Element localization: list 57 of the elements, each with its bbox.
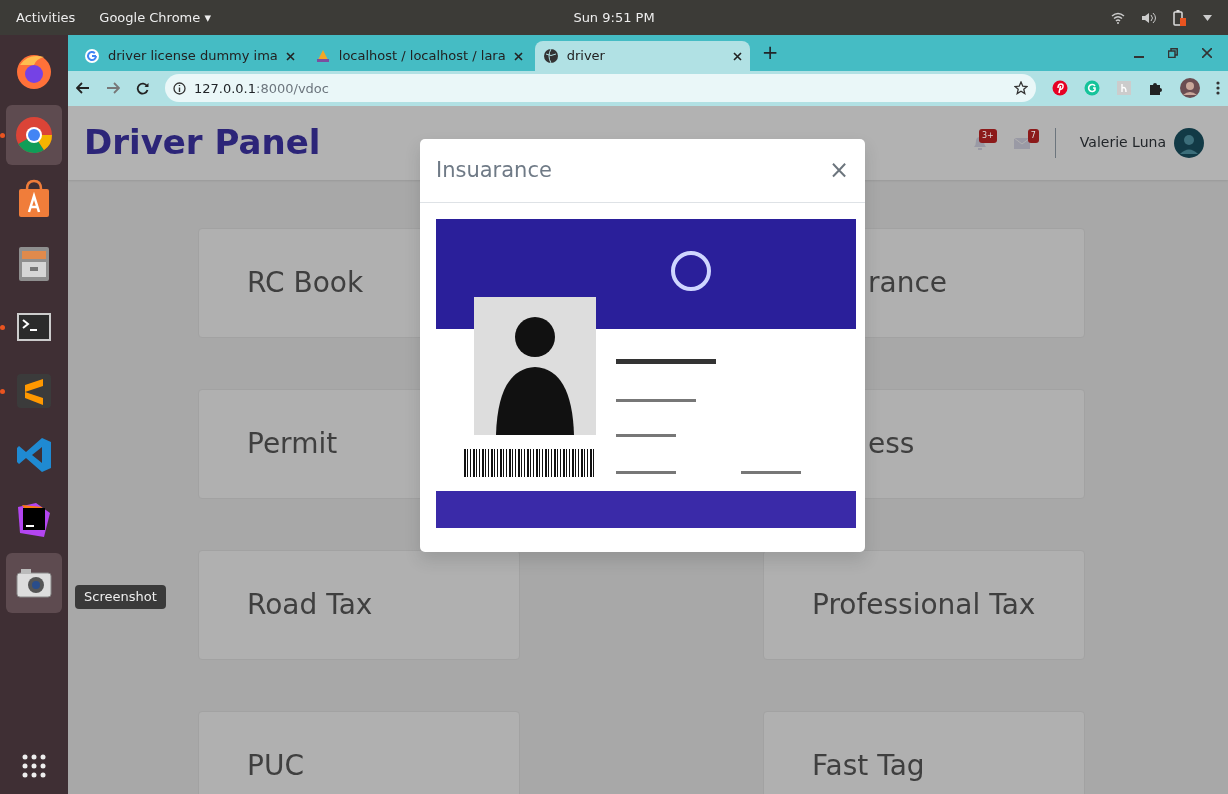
pin-logo-icon[interactable] [1052,80,1068,97]
activities-button[interactable]: Activities [16,7,76,28]
card-label: Permit [247,425,338,462]
search-logo-icon [84,48,100,64]
restore-icon[interactable] [1168,48,1178,58]
document-card[interactable]: Road Tax [198,549,520,660]
browser-tab[interactable]: driver license dummy ima [76,41,303,71]
code-editor-icon[interactable] [14,435,54,475]
close-icon[interactable] [1202,48,1212,58]
card-label: RC Book [247,264,364,301]
card-label: Road Tax [247,586,373,623]
browser-icon[interactable] [14,115,54,155]
count-badge: 3+ [979,128,997,143]
caret-icon[interactable] [1203,14,1212,21]
avatar-icon[interactable] [1180,78,1200,99]
close-icon[interactable] [732,51,742,61]
new-tab-button[interactable]: + [761,37,779,67]
app-menu[interactable]: Google Chrome ▾ [99,7,211,28]
globe-icon [542,48,559,64]
sailboat-icon [314,48,331,64]
page-title: Driver Panel [84,121,321,165]
text-editor-icon[interactable] [14,371,54,411]
wifi-icon[interactable] [1111,11,1125,24]
modal-title: Insuarance [436,156,552,184]
address-bar[interactable]: 127.0.0.1:8000/vdoc [165,74,1036,103]
count-badge: 7 [1027,128,1039,143]
clock[interactable]: Sun 9:51 PM [573,7,655,28]
puzzle-icon[interactable] [1148,80,1164,97]
back-icon[interactable] [76,82,90,95]
browser-tab[interactable]: localhost / localhost / lara [306,41,531,71]
volume-icon[interactable] [1141,11,1157,24]
url-text: 127.0.0.1:8000/vdoc [194,79,330,98]
document-card[interactable]: Fast Tag [763,710,1085,794]
dock-item[interactable] [6,105,62,165]
close-icon[interactable] [285,51,295,61]
card-label: Fast Tag [812,747,925,784]
letter-tile-icon[interactable] [1116,80,1132,97]
card-label: rance [868,264,948,301]
card-label: ess [868,425,915,462]
browser-tab[interactable]: driver [534,41,750,71]
close-icon[interactable] [513,51,523,61]
close-button[interactable]: × [828,158,849,183]
more-icon[interactable] [1216,81,1220,96]
star-icon[interactable] [1014,81,1028,96]
card-label: Professional Tax [812,586,1036,623]
document-card[interactable]: Professional Tax [763,549,1085,660]
avatar-icon[interactable] [1174,127,1204,158]
card-label: PUC [247,747,304,784]
app-grid-icon[interactable] [22,754,46,778]
user-name[interactable]: Valerie Luna [1079,132,1166,154]
reload-icon[interactable] [136,81,149,95]
tooltip: Screenshot [75,585,166,609]
forward-icon[interactable] [106,82,120,95]
dock-item[interactable] [6,553,62,613]
document-card[interactable]: PUC [198,710,520,794]
info-icon[interactable] [173,81,186,95]
battery-icon[interactable] [1173,9,1187,26]
